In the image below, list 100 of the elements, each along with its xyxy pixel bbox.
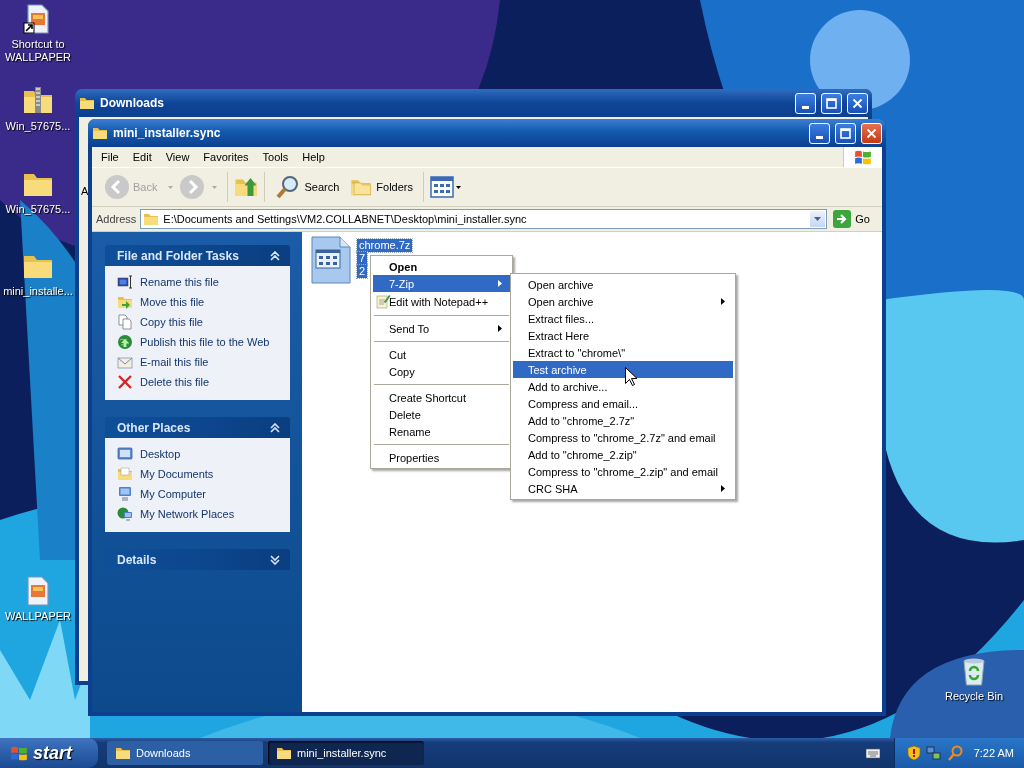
menu-item[interactable]: CRC SHA	[513, 480, 733, 497]
maximize-button[interactable]	[835, 122, 856, 144]
minimize-button[interactable]	[795, 92, 816, 114]
menu-item[interactable]: Edit with Notepad++	[373, 292, 510, 311]
archive-file-icon[interactable]	[311, 236, 351, 284]
collapse-icon[interactable]	[270, 422, 280, 433]
globe-icon	[117, 334, 133, 350]
menu-item[interactable]: Open	[373, 258, 510, 275]
documents-icon	[117, 466, 133, 482]
task-link[interactable]: Delete this file	[117, 374, 290, 390]
menu-item[interactable]: Tools	[255, 149, 296, 165]
folders-button[interactable]: Folders	[345, 174, 417, 200]
submenu-arrow-icon	[498, 280, 502, 287]
menu-item[interactable]: Create Shortcut	[373, 389, 510, 406]
minimize-button[interactable]	[809, 122, 830, 144]
desktop-icon-label[interactable]: Win_57675...	[5, 203, 71, 216]
windows-flag-icon	[854, 148, 872, 166]
menu-item[interactable]: Help	[295, 149, 332, 165]
menu-item[interactable]: Test archive	[513, 361, 733, 378]
menu-item[interactable]: Open archive	[513, 293, 733, 310]
rename-icon	[117, 274, 133, 290]
task-link[interactable]: E-mail this file	[117, 354, 290, 370]
copy-icon	[117, 314, 133, 330]
task-link[interactable]: My Network Places	[117, 506, 290, 522]
menu-item[interactable]: 7-Zip	[373, 275, 510, 292]
close-icon	[852, 97, 863, 109]
task-link[interactable]: Publish this file to the Web	[117, 334, 290, 350]
mouse-cursor-icon	[625, 367, 637, 386]
menu-item[interactable]: Extract to "chrome\"	[513, 344, 733, 361]
search-button[interactable]: Search	[271, 172, 344, 202]
desktop-icon-label[interactable]: Recycle Bin	[944, 690, 1004, 703]
clock: 7:22 AM	[973, 747, 1014, 759]
menu-item[interactable]: Edit	[125, 149, 159, 165]
task-link[interactable]: Rename this file	[117, 274, 290, 290]
network-icon[interactable]	[925, 745, 942, 761]
desktop-icon-label[interactable]: Win_57675...	[5, 120, 71, 133]
task-link[interactable]: Copy this file	[117, 314, 290, 330]
desktop-icon-label[interactable]: Shortcut to WALLPAPER	[0, 38, 76, 64]
menu-item[interactable]: File	[94, 149, 126, 165]
task-link[interactable]: My Computer	[117, 486, 290, 502]
taskbar-button[interactable]: Downloads	[107, 741, 263, 765]
maximize-button[interactable]	[821, 92, 842, 114]
maximize-icon	[826, 97, 837, 109]
address-input[interactable]: E:\Documents and Settings\VM2.COLLABNET\Desktop\mini_installer.sync	[163, 213, 807, 225]
close-icon	[866, 127, 877, 139]
task-link[interactable]: Desktop	[117, 446, 290, 462]
go-button[interactable]: Go	[831, 210, 878, 228]
collapse-icon[interactable]	[270, 250, 280, 261]
menu-item[interactable]: Delete	[373, 406, 510, 423]
window-title: Downloads	[100, 96, 165, 110]
keyboard-icon[interactable]	[865, 747, 880, 759]
file-detail: 7	[357, 252, 368, 265]
expand-icon[interactable]	[270, 554, 280, 565]
folder-arrow-icon	[117, 294, 133, 310]
network-icon	[117, 506, 133, 522]
task-link[interactable]: My Documents	[117, 466, 290, 482]
panel-title: File and Folder Tasks	[117, 248, 239, 263]
window-title: mini_installer.sync	[113, 126, 222, 140]
menu-item[interactable]: Copy	[373, 363, 510, 380]
dropdown-arrow-icon	[814, 217, 822, 221]
menu-item[interactable]: Compress and email...	[513, 395, 733, 412]
folder-up-icon[interactable]	[234, 175, 259, 199]
start-button[interactable]: start	[0, 738, 98, 768]
menu-item[interactable]: Rename	[373, 423, 510, 440]
minimize-icon	[816, 135, 823, 139]
panel-title: Details	[117, 552, 157, 567]
menu-item[interactable]: Favorites	[196, 149, 256, 165]
close-button[interactable]	[847, 92, 868, 114]
desktop-icon-label[interactable]: mini_installe...	[3, 285, 73, 298]
taskbar-button[interactable]: mini_installer.sync	[268, 741, 424, 765]
views-icon[interactable]	[430, 176, 462, 198]
panel-title: Other Places	[117, 420, 191, 435]
menu-item[interactable]: Send To	[373, 320, 510, 337]
menu-item[interactable]: Add to "chrome_2.zip"	[513, 446, 733, 463]
menu-item[interactable]: Extract Here	[513, 327, 733, 344]
menu-item[interactable]: Properties	[373, 449, 510, 466]
address-field[interactable]: E:\Documents and Settings\VM2.COLLABNET\Desktop\mini_installer.sync	[140, 209, 828, 229]
close-button[interactable]	[861, 122, 882, 144]
menu-item[interactable]: Extract files...	[513, 310, 733, 327]
maximize-icon	[840, 127, 851, 139]
menu-item[interactable]: Add to "chrome_2.7z"	[513, 412, 733, 429]
minimize-icon	[802, 105, 809, 109]
desktop-icon	[117, 446, 133, 462]
shield-icon[interactable]	[906, 745, 921, 761]
file-detail: 2	[357, 265, 368, 278]
menu-item[interactable]: Cut	[373, 346, 510, 363]
menu-item[interactable]: View	[158, 149, 197, 165]
dropdown-button[interactable]	[810, 211, 826, 227]
delete-icon	[117, 374, 133, 390]
task-link[interactable]: Move this file	[117, 294, 290, 310]
notepad-icon	[375, 293, 391, 309]
submenu-arrow-icon	[721, 485, 725, 492]
menu-item[interactable]: Compress to "chrome_2.7z" and email	[513, 429, 733, 446]
windows-flag-icon	[10, 744, 28, 762]
submenu-arrow-icon	[498, 325, 502, 332]
menu-item[interactable]: Compress to "chrome_2.zip" and email	[513, 463, 733, 480]
menu-item[interactable]: Open archive	[513, 276, 733, 293]
address-label: A	[81, 185, 89, 197]
file-name[interactable]: chrome.7z	[357, 239, 413, 252]
menu-item[interactable]: Add to archive...	[513, 378, 733, 395]
